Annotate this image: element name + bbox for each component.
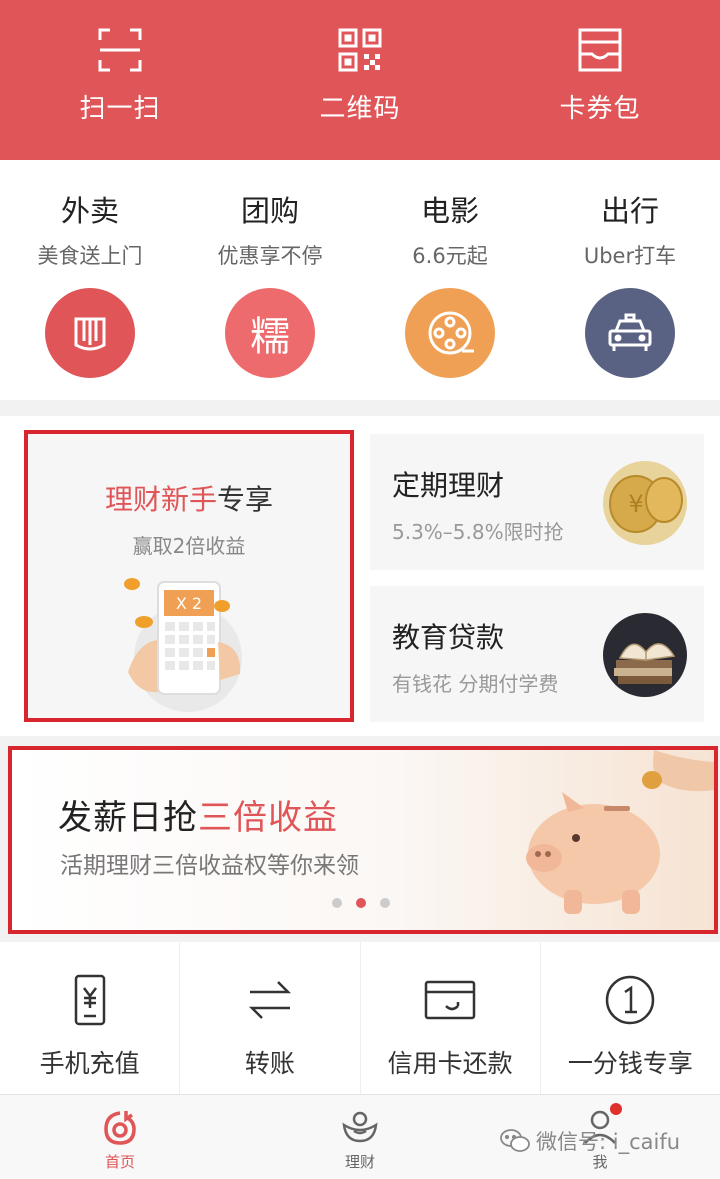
finance-section: 理财新手专享 赢取2倍收益 X 2 定期理财 5.3%–5.8%限时抢 ¥ 教育… <box>0 416 720 736</box>
one-cent-icon <box>606 975 655 1025</box>
tab-home[interactable]: 首页 <box>0 1095 240 1179</box>
service-subtitle: 美食送上门 <box>37 244 143 268</box>
card-wallet-icon <box>578 28 622 72</box>
scan-label: 扫一扫 <box>79 94 161 124</box>
watermark-text: 微信号: i_caifu <box>536 1130 681 1154</box>
service-takeout[interactable]: 外卖 美食送上门 <box>0 160 180 400</box>
transfer-button[interactable]: 转账 <box>180 942 361 1094</box>
fork-icon <box>45 288 135 378</box>
wechat-icon <box>500 1129 530 1152</box>
qr-code-icon <box>338 28 382 72</box>
nuo-glyph-icon: 糯 <box>225 288 315 378</box>
quick-action-label: 手机充值 <box>39 1049 140 1078</box>
service-title: 外卖 <box>60 194 119 228</box>
service-subtitle: Uber打车 <box>583 244 677 268</box>
service-group-buy[interactable]: 团购 优惠享不停 糯 <box>180 160 360 400</box>
card-title: 教育贷款 <box>392 621 505 654</box>
banner-title: 发薪日抢三倍收益 <box>58 798 338 838</box>
service-row: 外卖 美食送上门 团购 优惠享不停 糯 电影 6.6元起 出行 Uber打车 <box>0 160 720 400</box>
svg-text:X 2: X 2 <box>176 594 202 613</box>
piggy-bank-icon <box>526 750 714 914</box>
card-subtitle: 5.3%–5.8%限时抢 <box>392 520 564 544</box>
carousel-dot[interactable] <box>380 898 390 908</box>
quick-action-label: 转账 <box>244 1049 295 1078</box>
tab-finance[interactable]: 理财 <box>240 1095 480 1179</box>
books-icon <box>603 613 687 697</box>
taxi-icon <box>585 288 675 378</box>
carousel-dot-active[interactable] <box>356 898 366 908</box>
service-title: 团购 <box>240 194 299 228</box>
film-reel-icon <box>405 288 495 378</box>
carousel-dots[interactable] <box>332 898 390 908</box>
service-travel[interactable]: 出行 Uber打车 <box>540 160 720 400</box>
calculator-hand-icon: X 2 <box>124 578 242 712</box>
service-title: 电影 <box>420 194 479 228</box>
credit-card-icon <box>424 980 476 1020</box>
newbie-finance-promo[interactable]: 理财新手专享 赢取2倍收益 X 2 <box>24 430 354 722</box>
scan-button[interactable]: 扫一扫 <box>0 0 240 160</box>
mobile-recharge-button[interactable]: 手机充值 <box>0 942 181 1094</box>
quick-action-label: 信用卡还款 <box>387 1049 513 1078</box>
transfer-arrows-icon <box>248 981 291 1019</box>
notification-badge <box>610 1103 622 1115</box>
education-loan-card[interactable]: 教育贷款 有钱花 分期付学费 <box>370 586 704 722</box>
promo-title: 理财新手专享 <box>104 483 274 516</box>
card-wallet-button[interactable]: 卡券包 <box>480 0 720 160</box>
tab-label: 理财 <box>344 1153 375 1171</box>
fixed-term-finance-card[interactable]: 定期理财 5.3%–5.8%限时抢 ¥ <box>370 434 704 570</box>
top-action-bar: 扫一扫 二维码 卡券包 <box>0 0 720 160</box>
qr-code-label: 二维码 <box>319 94 401 124</box>
credit-card-repay-button[interactable]: 信用卡还款 <box>361 942 541 1094</box>
wechat-watermark: 微信号: i_caifu <box>500 1126 680 1156</box>
card-title: 定期理财 <box>392 469 505 502</box>
service-subtitle: 6.6元起 <box>412 244 488 268</box>
finance-icon <box>342 1111 378 1143</box>
home-icon <box>104 1111 136 1145</box>
service-subtitle: 优惠享不停 <box>217 244 323 268</box>
service-title: 出行 <box>600 194 659 228</box>
quick-actions-row: 手机充值 转账 信用卡还款 一分钱专享 <box>0 942 720 1094</box>
one-cent-deal-button[interactable]: 一分钱专享 <box>541 942 720 1094</box>
card-subtitle: 有钱花 分期付学费 <box>392 672 559 696</box>
promo-subtitle: 赢取2倍收益 <box>132 534 246 558</box>
carousel-dot[interactable] <box>332 898 342 908</box>
service-movie[interactable]: 电影 6.6元起 <box>360 160 540 400</box>
svg-text:¥: ¥ <box>628 490 643 518</box>
gold-coins-icon: ¥ <box>603 461 687 545</box>
phone-yuan-icon <box>74 974 105 1026</box>
tab-label: 首页 <box>104 1153 135 1171</box>
payday-promo-banner[interactable]: 发薪日抢三倍收益 活期理财三倍收益权等你来领 <box>8 746 718 934</box>
card-wallet-label: 卡券包 <box>559 94 641 124</box>
banner-subtitle: 活期理财三倍收益权等你来领 <box>60 853 359 879</box>
quick-action-label: 一分钱专享 <box>567 1049 693 1078</box>
qr-code-button[interactable]: 二维码 <box>240 0 480 160</box>
scan-icon <box>98 28 142 72</box>
